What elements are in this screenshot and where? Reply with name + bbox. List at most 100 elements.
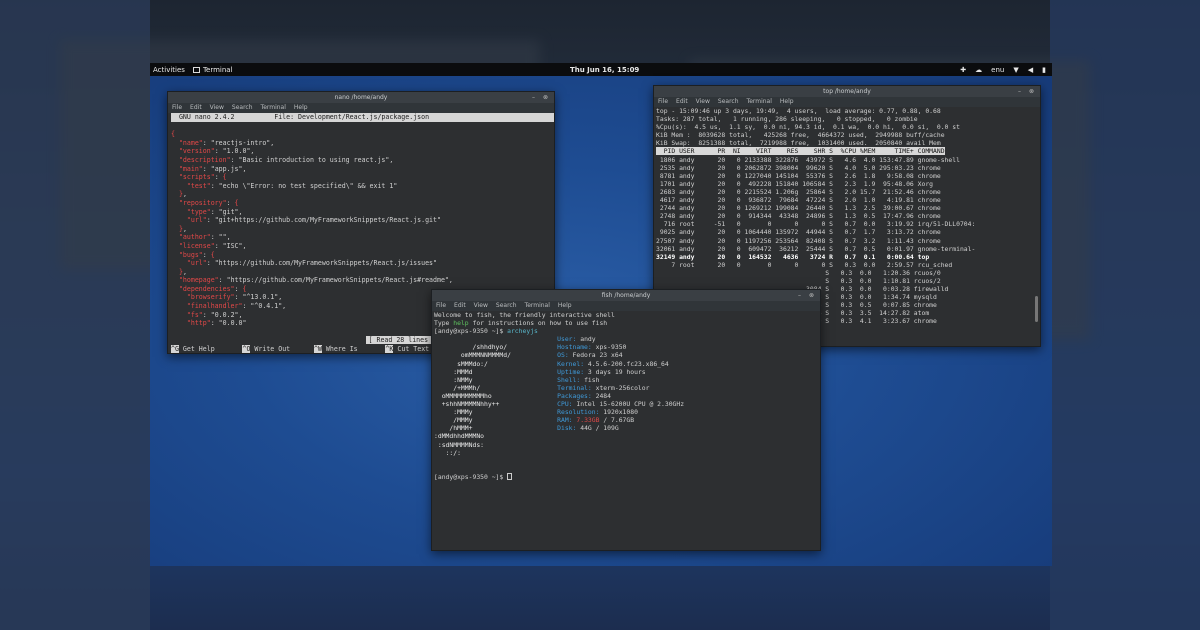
process-row: 9025 andy 20 0 1064440 135972 44944 S 0.… bbox=[656, 228, 941, 237]
wifi-icon[interactable]: ▼ bbox=[1013, 66, 1018, 74]
file-line: }, bbox=[178, 190, 187, 199]
minimize-icon[interactable]: – bbox=[530, 94, 537, 101]
file-line: }, bbox=[178, 224, 187, 233]
menu-file[interactable]: File bbox=[436, 301, 446, 310]
nano-status: [ Read 28 lines ] bbox=[365, 336, 440, 345]
chat-icon[interactable]: ☁ bbox=[975, 66, 982, 74]
file-line: "repository": { bbox=[178, 198, 239, 207]
menu-file[interactable]: File bbox=[172, 103, 182, 112]
process-row: 2535 andy 20 0 2062872 398004 99620 S 4.… bbox=[656, 163, 941, 172]
summary-line: top - 15:09:46 up 3 days, 19:49, 4 users… bbox=[656, 107, 941, 115]
window-titlebar[interactable]: nano /home/andy – ⊗ bbox=[168, 92, 554, 103]
minimize-icon[interactable]: – bbox=[1016, 88, 1023, 95]
file-line: "fs": "0.0.2", bbox=[186, 310, 243, 319]
archey-line: :MMMd Uptime: 3 days 19 hours bbox=[434, 367, 646, 376]
archey-line: :MMMy Resolution: 1920x1080 bbox=[434, 408, 638, 417]
archey-line: /+MMMh/ Terminal: xterm-256color bbox=[434, 383, 650, 392]
file-line: "license": "ISC", bbox=[178, 241, 247, 250]
help-keyword: help bbox=[453, 319, 469, 328]
process-row: 8781 andy 20 0 1227040 145104 55376 S 2.… bbox=[656, 171, 941, 180]
process-row: 27507 andy 20 0 1197256 253564 82408 S 0… bbox=[656, 236, 941, 245]
archey-output: User: andy /shhdhyo/ Hostname: xps-9350 … bbox=[434, 335, 684, 456]
archey-line: sMMMdo:/ Kernel: 4.5.6-200.fc23.x86_64 bbox=[434, 359, 669, 368]
menu-edit[interactable]: Edit bbox=[190, 103, 202, 112]
menu-help[interactable]: Help bbox=[294, 103, 308, 112]
battery-icon[interactable]: ▮ bbox=[1042, 66, 1046, 74]
window-titlebar[interactable]: top /home/andy – ⊗ bbox=[654, 86, 1040, 97]
process-row: 2683 andy 20 0 2215524 1.206g 25864 S 2.… bbox=[656, 187, 941, 196]
file-line: "scripts": { bbox=[178, 173, 227, 182]
file-line: "http": "0.0.0" bbox=[186, 319, 247, 328]
volume-icon[interactable]: ◀ bbox=[1028, 66, 1033, 74]
file-line: "homepage": "https://github.com/MyFramew… bbox=[178, 276, 453, 285]
keyboard-layout[interactable]: enu bbox=[991, 66, 1004, 74]
command: archeyjs bbox=[507, 327, 538, 336]
process-row: 7 root 20 0 0 0 0 S 0.3 0.0 2:59.57 rcu_… bbox=[656, 260, 953, 269]
archey-line: ::/: bbox=[434, 448, 558, 457]
accessibility-icon[interactable]: ✚ bbox=[960, 66, 966, 74]
file-line: { bbox=[171, 130, 175, 139]
menu-view[interactable]: View bbox=[210, 103, 224, 112]
file-line: "version": "1.0.0", bbox=[178, 147, 255, 156]
minimize-icon[interactable]: – bbox=[796, 292, 803, 299]
menu-terminal[interactable]: Terminal bbox=[261, 103, 286, 112]
close-icon[interactable]: ⊗ bbox=[542, 94, 549, 101]
process-row: 716 root -51 0 0 0 0 S 0.7 0.0 3:19.92 i… bbox=[656, 220, 976, 229]
file-line: "bugs": { bbox=[178, 250, 215, 259]
menu-file[interactable]: File bbox=[658, 97, 668, 106]
window-title: fish /home/andy bbox=[601, 292, 651, 299]
process-row: 32149 andy 20 0 164532 4636 3724 R 0.7 0… bbox=[656, 252, 930, 261]
process-row: 2744 andy 20 0 1269212 199084 26440 S 1.… bbox=[656, 204, 941, 213]
menu-terminal[interactable]: Terminal bbox=[525, 301, 550, 310]
close-icon[interactable]: ⊗ bbox=[1028, 88, 1035, 95]
menu-edit[interactable]: Edit bbox=[676, 97, 688, 106]
summary-line: %Cpu(s): 4.5 us, 1.1 sy, 0.0 ni, 94.3 id… bbox=[656, 123, 960, 132]
app-menu[interactable]: Terminal bbox=[192, 66, 233, 74]
summary-line: KiB Mem : 8039628 total, 425268 free, 46… bbox=[656, 131, 945, 140]
activities-button[interactable]: Activities bbox=[153, 66, 185, 74]
menu-terminal[interactable]: Terminal bbox=[747, 97, 772, 106]
welcome-line: Welcome to fish, the friendly interactiv… bbox=[434, 311, 615, 319]
fish-output[interactable]: Welcome to fish, the friendly interactiv… bbox=[432, 311, 820, 550]
archey-line: :NMMy Shell: fish bbox=[434, 375, 600, 384]
menu-view[interactable]: View bbox=[696, 97, 710, 106]
file-line: "browserify": "^13.0.1", bbox=[186, 293, 283, 302]
archey-line: oMMMMMMMMMMho Packages: 2484 bbox=[434, 391, 612, 400]
menu-bar: File Edit View Search Terminal Help bbox=[654, 97, 1040, 106]
menu-edit[interactable]: Edit bbox=[454, 301, 466, 310]
desktop-screen: Activities Terminal Thu Jun 16, 15:09 ✚ … bbox=[150, 63, 1052, 566]
file-content[interactable]: { "name": "reactjs-intro", "version": "1… bbox=[171, 130, 453, 327]
file-line: "dependencies": { bbox=[178, 284, 247, 293]
process-row: 1701 andy 20 0 492228 151840 106584 S 2.… bbox=[656, 179, 934, 188]
scrollbar[interactable] bbox=[1035, 296, 1038, 322]
menu-search[interactable]: Search bbox=[496, 301, 517, 310]
process-row: 1806 andy 20 0 2133388 322876 43972 S 4.… bbox=[656, 155, 960, 164]
fish-terminal-window[interactable]: fish /home/andy – ⊗ File Edit View Searc… bbox=[431, 289, 821, 551]
menu-bar: File Edit View Search Terminal Help bbox=[168, 103, 554, 112]
window-titlebar[interactable]: fish /home/andy – ⊗ bbox=[432, 290, 820, 301]
menu-help[interactable]: Help bbox=[780, 97, 794, 106]
clock[interactable]: Thu Jun 16, 15:09 bbox=[570, 66, 639, 74]
archey-line: :sdNMMMMNds: bbox=[434, 440, 558, 449]
file-line: "type": "git", bbox=[186, 207, 243, 216]
file-line: "finalhandler": "^0.4.1", bbox=[186, 302, 287, 311]
archey-line: /hMMM+ Disk: 44G / 109G bbox=[434, 424, 619, 433]
file-line: "test": "echo \"Error: no test specified… bbox=[186, 181, 398, 190]
file-line: "name": "reactjs-intro", bbox=[178, 138, 275, 147]
menu-search[interactable]: Search bbox=[232, 103, 253, 112]
file-line: "author": "", bbox=[178, 233, 231, 242]
process-row: S 0.3 0.0 1:10.81 rcuos/2 bbox=[656, 276, 941, 285]
menu-help[interactable]: Help bbox=[558, 301, 572, 310]
file-line: }, bbox=[178, 267, 187, 276]
system-tray: ✚ ☁ enu ▼ ◀ ▮ bbox=[960, 66, 1046, 74]
close-icon[interactable]: ⊗ bbox=[808, 292, 815, 299]
archey-line: omMMMNNMMMMd/ OS: Fedora 23 x64 bbox=[434, 351, 623, 360]
window-title: top /home/andy bbox=[823, 88, 871, 95]
menu-search[interactable]: Search bbox=[718, 97, 739, 106]
terminal-icon bbox=[192, 66, 200, 73]
process-row: 4617 andy 20 0 936872 79684 47224 S 2.0 … bbox=[656, 196, 941, 205]
text-cursor[interactable] bbox=[507, 473, 513, 481]
menu-view[interactable]: View bbox=[474, 301, 488, 310]
summary-line: KiB Swap: 8251388 total, 7219988 free, 1… bbox=[656, 139, 941, 148]
archey-line: +shhNMMMMNhhy++ CPU: Intel i5-6200U CPU … bbox=[434, 400, 685, 409]
